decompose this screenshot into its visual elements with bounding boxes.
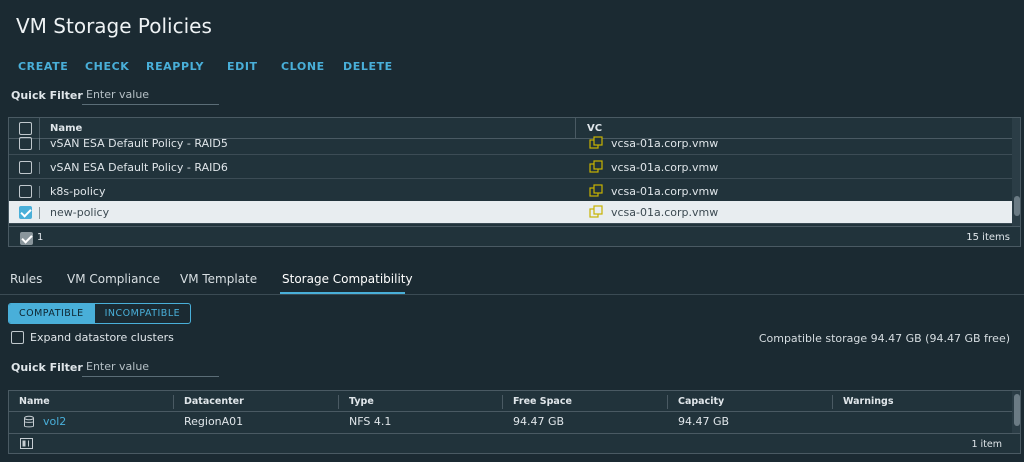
row-checkbox[interactable] — [19, 161, 32, 174]
column-header-warnings[interactable]: Warnings — [843, 396, 893, 407]
tabs-divider — [0, 294, 1024, 295]
page-title: VM Storage Policies — [16, 14, 212, 38]
column-divider — [832, 395, 833, 409]
toolbar: CREATE CHECK REAPPLY EDIT CLONE DELETE — [18, 58, 403, 74]
row-checkbox[interactable] — [19, 137, 32, 150]
policy-row[interactable]: k8s-policy vcsa-01a.corp.vmw — [9, 180, 1012, 203]
row-divider — [39, 186, 40, 198]
compatibility-toggle: COMPATIBLE INCOMPATIBLE — [8, 303, 192, 324]
datastore-datacenter: RegionA01 — [184, 415, 244, 428]
row-checkbox-checked[interactable] — [19, 206, 32, 219]
policy-vc: vcsa-01a.corp.vmw — [611, 206, 719, 219]
tab-vm-template[interactable]: VM Template — [180, 272, 257, 286]
column-divider — [667, 395, 668, 409]
expand-datastore-clusters-checkbox[interactable] — [11, 331, 24, 344]
column-header-name[interactable]: Name — [19, 396, 50, 407]
policy-grid-scrollbar[interactable] — [1012, 118, 1020, 226]
tab-vm-compliance[interactable]: VM Compliance — [67, 272, 160, 286]
quick-filter-label: Quick Filter — [11, 89, 83, 102]
policy-vc: vcsa-01a.corp.vmw — [611, 185, 719, 198]
delete-button[interactable]: DELETE — [343, 58, 403, 74]
policy-row-selected[interactable]: new-policy vcsa-01a.corp.vmw — [9, 201, 1012, 224]
selected-count: 1 — [37, 232, 44, 243]
storage-grid-scrollbar[interactable] — [1012, 391, 1020, 433]
datastore-link[interactable]: vol2 — [43, 415, 66, 428]
vcenter-icon — [589, 160, 603, 173]
policy-name: vSAN ESA Default Policy - RAID6 — [50, 161, 228, 174]
quick-filter-label-bottom: Quick Filter — [11, 361, 83, 374]
tab-storage-compatibility[interactable]: Storage Compatibility — [282, 272, 413, 286]
reapply-button[interactable]: REAPPLY — [146, 58, 227, 74]
policy-grid-footer: 1 15 items — [9, 226, 1020, 246]
total-items: 15 items — [966, 232, 1010, 243]
column-header-type[interactable]: Type — [349, 396, 374, 407]
check-button[interactable]: CHECK — [85, 58, 146, 74]
quick-filter-input-bottom[interactable] — [82, 357, 219, 377]
storage-grid-header: Name Datacenter Type Free Space Capacity… — [9, 391, 1012, 412]
policy-name: k8s-policy — [50, 185, 106, 198]
expand-datastore-clusters-label: Expand datastore clusters — [30, 331, 174, 344]
policy-name: new-policy — [50, 206, 110, 219]
selection-count-checkbox[interactable] — [20, 232, 33, 245]
row-checkbox[interactable] — [19, 185, 32, 198]
column-header-capacity[interactable]: Capacity — [678, 396, 724, 407]
datastore-type: NFS 4.1 — [349, 415, 392, 428]
compatible-storage-summary: Compatible storage 94.47 GB (94.47 GB fr… — [758, 332, 1010, 345]
create-button[interactable]: CREATE — [18, 58, 85, 74]
vcenter-icon — [589, 205, 603, 218]
row-divider — [39, 162, 40, 174]
scrollbar-thumb[interactable] — [1014, 196, 1020, 216]
compatible-button[interactable]: COMPATIBLE — [9, 304, 94, 323]
policy-vc: vcsa-01a.corp.vmw — [611, 137, 719, 150]
policy-name: vSAN ESA Default Policy - RAID5 — [50, 137, 228, 150]
storage-grid-footer: 1 item — [9, 433, 1020, 453]
total-items: 1 item — [971, 439, 1002, 450]
clone-button[interactable]: CLONE — [281, 58, 343, 74]
datastore-icon — [24, 415, 34, 428]
column-divider — [173, 395, 174, 409]
policy-grid: Name VC vSAN ESA Default Policy - RAID5 … — [8, 117, 1021, 247]
scrollbar-thumb[interactable] — [1014, 394, 1020, 426]
datastore-free-space: 94.47 GB — [513, 415, 565, 428]
column-divider — [502, 395, 503, 409]
vcenter-icon — [589, 184, 603, 197]
storage-row[interactable]: vol2 RegionA01 NFS 4.1 94.47 GB 94.47 GB — [9, 412, 1012, 432]
column-divider — [338, 395, 339, 409]
column-header-free-space[interactable]: Free Space — [513, 396, 572, 407]
policy-vc: vcsa-01a.corp.vmw — [611, 161, 719, 174]
row-divider — [39, 138, 40, 150]
column-toggle-icon[interactable] — [20, 438, 33, 449]
row-divider — [39, 207, 40, 219]
policy-row[interactable]: vSAN ESA Default Policy - RAID5 vcsa-01a… — [9, 132, 1012, 155]
incompatible-button[interactable]: INCOMPATIBLE — [93, 304, 191, 323]
storage-grid: Name Datacenter Type Free Space Capacity… — [8, 390, 1021, 454]
tab-rules[interactable]: Rules — [10, 272, 42, 286]
quick-filter-input[interactable] — [82, 85, 219, 105]
policy-row[interactable]: vSAN ESA Default Policy - RAID6 vcsa-01a… — [9, 156, 1012, 179]
column-header-datacenter[interactable]: Datacenter — [184, 396, 244, 407]
datastore-capacity: 94.47 GB — [678, 415, 730, 428]
edit-button[interactable]: EDIT — [227, 58, 281, 74]
vcenter-icon — [589, 136, 603, 149]
